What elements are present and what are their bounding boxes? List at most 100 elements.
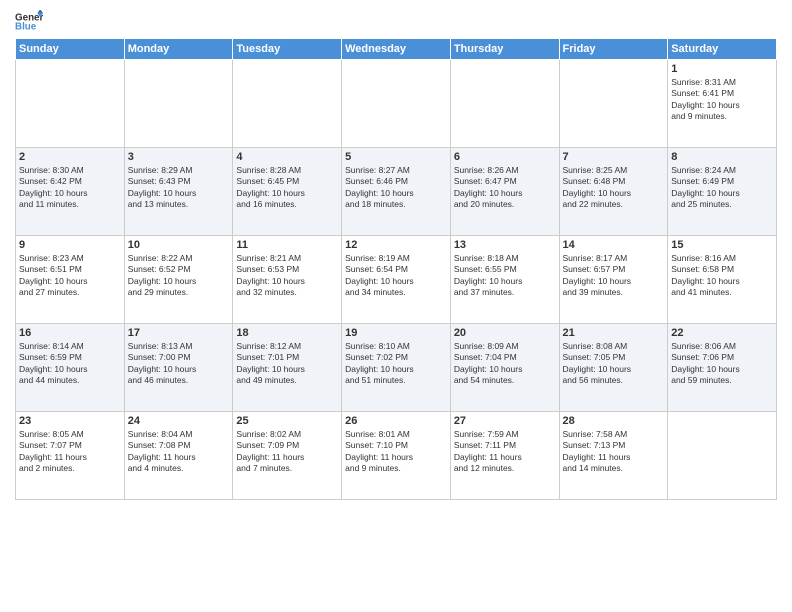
day-cell: 14Sunrise: 8:17 AM Sunset: 6:57 PM Dayli… bbox=[559, 236, 668, 324]
day-number: 16 bbox=[19, 327, 121, 339]
day-info: Sunrise: 8:02 AM Sunset: 7:09 PM Dayligh… bbox=[236, 429, 338, 475]
day-cell: 10 Sunrise: 8:22 AM Sunset: 6:52 PM Dayli… bbox=[124, 236, 233, 324]
day-info: Sunrise: 7:58 AM Sunset: 7:13 PM Dayligh… bbox=[563, 429, 665, 475]
day-cell: 28 Sunrise: 7:58 AM Sunset: 7:13 PM Dayli… bbox=[559, 412, 668, 500]
day-number: 9 bbox=[19, 239, 121, 251]
day-info: Sunrise: 8:27 AM Sunset: 6:46 PM Dayligh… bbox=[345, 165, 447, 211]
day-cell: 20 Sunrise: 8:09 AM Sunset: 7:04 PM Dayli… bbox=[450, 324, 559, 412]
day-cell bbox=[16, 60, 125, 148]
day-info: Sunrise: 8:28 AM Sunset: 6:45 PM Dayligh… bbox=[236, 165, 338, 211]
day-info: Sunrise: 8:01 AM Sunset: 7:10 PM Dayligh… bbox=[345, 429, 447, 475]
day-number: 25 bbox=[236, 415, 338, 427]
day-info: Sunrise: 8:29 AM Sunset: 6:43 PM Dayligh… bbox=[128, 165, 230, 211]
logo: General Blue bbox=[15, 10, 43, 32]
day-info: Sunrise: 8:22 AM Sunset: 6:52 PM Dayligh… bbox=[128, 253, 230, 299]
weekday-friday: Friday bbox=[559, 39, 668, 60]
day-number: 20 bbox=[454, 327, 556, 339]
day-number: 23 bbox=[19, 415, 121, 427]
day-info: Sunrise: 8:24 AM Sunset: 6:49 PM Dayligh… bbox=[671, 165, 773, 211]
day-info: Sunrise: 8:21 AM Sunset: 6:53 PM Dayligh… bbox=[236, 253, 338, 299]
svg-text:Blue: Blue bbox=[15, 21, 37, 32]
weekday-wednesday: Wednesday bbox=[342, 39, 451, 60]
day-cell: 13 Sunrise: 8:18 AM Sunset: 6:55 PM Dayli… bbox=[450, 236, 559, 324]
day-number: 3 bbox=[128, 151, 230, 163]
day-cell: 1 Sunrise: 8:31 AM Sunset: 6:41 PM Daylig… bbox=[668, 60, 777, 148]
day-cell: 24 Sunrise: 8:04 AM Sunset: 7:08 PM Dayli… bbox=[124, 412, 233, 500]
weekday-header-row: SundayMondayTuesdayWednesdayThursdayFrid… bbox=[16, 39, 777, 60]
weekday-tuesday: Tuesday bbox=[233, 39, 342, 60]
day-number: 28 bbox=[563, 415, 665, 427]
week-row-3: 9 Sunrise: 8:23 AM Sunset: 6:51 PM Daylig… bbox=[16, 236, 777, 324]
day-cell bbox=[233, 60, 342, 148]
day-info: Sunrise: 8:08 AM Sunset: 7:05 PM Dayligh… bbox=[563, 341, 665, 387]
day-number: 13 bbox=[454, 239, 556, 251]
day-number: 6 bbox=[454, 151, 556, 163]
day-info: Sunrise: 8:25 AM Sunset: 6:48 PM Dayligh… bbox=[563, 165, 665, 211]
day-number: 5 bbox=[345, 151, 447, 163]
day-cell: 3 Sunrise: 8:29 AM Sunset: 6:43 PM Daylig… bbox=[124, 148, 233, 236]
weekday-sunday: Sunday bbox=[16, 39, 125, 60]
day-info: Sunrise: 8:19 AM Sunset: 6:54 PM Dayligh… bbox=[345, 253, 447, 299]
day-number: 21 bbox=[563, 327, 665, 339]
day-number: 2 bbox=[19, 151, 121, 163]
day-number: 24 bbox=[128, 415, 230, 427]
day-number: 8 bbox=[671, 151, 773, 163]
day-number: 10 bbox=[128, 239, 230, 251]
weekday-thursday: Thursday bbox=[450, 39, 559, 60]
day-info: Sunrise: 8:12 AM Sunset: 7:01 PM Dayligh… bbox=[236, 341, 338, 387]
day-info: Sunrise: 8:05 AM Sunset: 7:07 PM Dayligh… bbox=[19, 429, 121, 475]
day-number: 11 bbox=[236, 239, 338, 251]
day-info: Sunrise: 8:10 AM Sunset: 7:02 PM Dayligh… bbox=[345, 341, 447, 387]
day-info: Sunrise: 8:18 AM Sunset: 6:55 PM Dayligh… bbox=[454, 253, 556, 299]
calendar-table: SundayMondayTuesdayWednesdayThursdayFrid… bbox=[15, 38, 777, 500]
day-cell bbox=[668, 412, 777, 500]
day-info: Sunrise: 8:13 AM Sunset: 7:00 PM Dayligh… bbox=[128, 341, 230, 387]
day-number: 22 bbox=[671, 327, 773, 339]
day-info: Sunrise: 8:06 AM Sunset: 7:06 PM Dayligh… bbox=[671, 341, 773, 387]
day-number: 17 bbox=[128, 327, 230, 339]
day-cell: 26 Sunrise: 8:01 AM Sunset: 7:10 PM Dayli… bbox=[342, 412, 451, 500]
day-number: 26 bbox=[345, 415, 447, 427]
header: General Blue bbox=[15, 10, 777, 32]
day-cell: 7Sunrise: 8:25 AM Sunset: 6:48 PM Daylig… bbox=[559, 148, 668, 236]
day-number: 18 bbox=[236, 327, 338, 339]
day-cell: 2Sunrise: 8:30 AM Sunset: 6:42 PM Daylig… bbox=[16, 148, 125, 236]
day-cell bbox=[559, 60, 668, 148]
day-cell: 6 Sunrise: 8:26 AM Sunset: 6:47 PM Daylig… bbox=[450, 148, 559, 236]
page: General Blue SundayMondayTuesdayWednesda… bbox=[0, 0, 792, 612]
day-number: 15 bbox=[671, 239, 773, 251]
day-cell: 12 Sunrise: 8:19 AM Sunset: 6:54 PM Dayli… bbox=[342, 236, 451, 324]
day-cell bbox=[450, 60, 559, 148]
day-info: Sunrise: 8:31 AM Sunset: 6:41 PM Dayligh… bbox=[671, 77, 773, 123]
day-info: Sunrise: 8:26 AM Sunset: 6:47 PM Dayligh… bbox=[454, 165, 556, 211]
day-number: 27 bbox=[454, 415, 556, 427]
day-cell bbox=[124, 60, 233, 148]
day-number: 12 bbox=[345, 239, 447, 251]
logo-icon: General Blue bbox=[15, 10, 43, 32]
day-cell: 11 Sunrise: 8:21 AM Sunset: 6:53 PM Dayli… bbox=[233, 236, 342, 324]
day-cell: 4 Sunrise: 8:28 AM Sunset: 6:45 PM Daylig… bbox=[233, 148, 342, 236]
day-info: Sunrise: 8:16 AM Sunset: 6:58 PM Dayligh… bbox=[671, 253, 773, 299]
day-cell: 5 Sunrise: 8:27 AM Sunset: 6:46 PM Daylig… bbox=[342, 148, 451, 236]
day-cell: 22 Sunrise: 8:06 AM Sunset: 7:06 PM Dayli… bbox=[668, 324, 777, 412]
day-cell: 18 Sunrise: 8:12 AM Sunset: 7:01 PM Dayli… bbox=[233, 324, 342, 412]
day-info: Sunrise: 7:59 AM Sunset: 7:11 PM Dayligh… bbox=[454, 429, 556, 475]
day-cell: 8 Sunrise: 8:24 AM Sunset: 6:49 PM Daylig… bbox=[668, 148, 777, 236]
weekday-monday: Monday bbox=[124, 39, 233, 60]
day-cell: 19Sunrise: 8:10 AM Sunset: 7:02 PM Dayli… bbox=[342, 324, 451, 412]
day-info: Sunrise: 8:04 AM Sunset: 7:08 PM Dayligh… bbox=[128, 429, 230, 475]
day-number: 14 bbox=[563, 239, 665, 251]
day-info: Sunrise: 8:23 AM Sunset: 6:51 PM Dayligh… bbox=[19, 253, 121, 299]
day-cell: 17 Sunrise: 8:13 AM Sunset: 7:00 PM Dayli… bbox=[124, 324, 233, 412]
day-info: Sunrise: 8:09 AM Sunset: 7:04 PM Dayligh… bbox=[454, 341, 556, 387]
day-cell: 16Sunrise: 8:14 AM Sunset: 6:59 PM Dayli… bbox=[16, 324, 125, 412]
week-row-1: 1 Sunrise: 8:31 AM Sunset: 6:41 PM Daylig… bbox=[16, 60, 777, 148]
day-cell: 9 Sunrise: 8:23 AM Sunset: 6:51 PM Daylig… bbox=[16, 236, 125, 324]
day-number: 4 bbox=[236, 151, 338, 163]
day-cell: 23 Sunrise: 8:05 AM Sunset: 7:07 PM Dayli… bbox=[16, 412, 125, 500]
day-cell: 21 Sunrise: 8:08 AM Sunset: 7:05 PM Dayli… bbox=[559, 324, 668, 412]
week-row-4: 16Sunrise: 8:14 AM Sunset: 6:59 PM Dayli… bbox=[16, 324, 777, 412]
day-cell: 25 Sunrise: 8:02 AM Sunset: 7:09 PM Dayli… bbox=[233, 412, 342, 500]
day-number: 1 bbox=[671, 63, 773, 75]
day-cell: 27 Sunrise: 7:59 AM Sunset: 7:11 PM Dayli… bbox=[450, 412, 559, 500]
